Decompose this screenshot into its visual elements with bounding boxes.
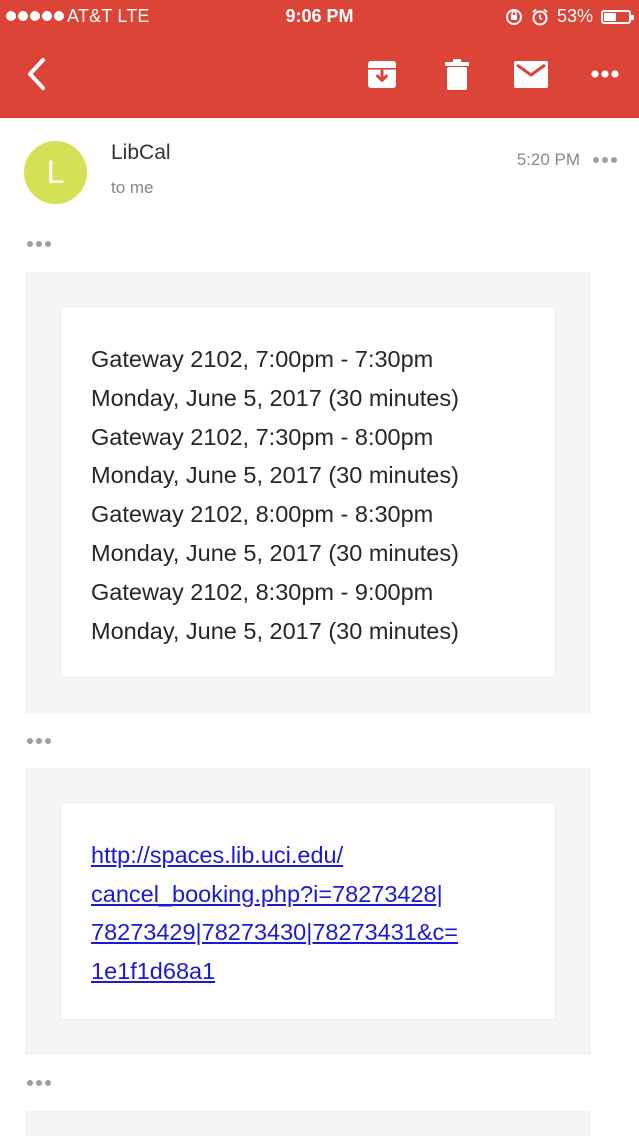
archive-icon — [368, 61, 396, 88]
booking-line: Gateway 2102, 8:30pm - 9:00pm — [91, 578, 434, 605]
more-horizontal-icon — [591, 70, 619, 78]
chevron-left-icon — [28, 58, 45, 90]
booking-section: Gateway 2102, 7:00pm - 7:30pm Monday, Ju… — [25, 272, 591, 713]
booking-line: Monday, June 5, 2017 (30 minutes) — [91, 384, 459, 411]
expand-content-button[interactable] — [27, 738, 51, 744]
back-button[interactable] — [18, 54, 54, 94]
delete-button[interactable] — [440, 56, 474, 92]
cancel-section: http://spaces.lib.uci.edu/ cancel_bookin… — [25, 768, 591, 1055]
alarm-icon — [532, 8, 548, 25]
booking-line: Monday, June 5, 2017 (30 minutes) — [91, 617, 459, 644]
message-more-button[interactable] — [593, 157, 617, 163]
status-bar: AT&T LTE 9:06 PM 53% — [0, 0, 639, 34]
booking-line: Gateway 2102, 7:00pm - 7:30pm — [91, 346, 434, 372]
mark-unread-button[interactable] — [512, 57, 550, 91]
app-header: AT&T LTE 9:06 PM 53% — [0, 0, 639, 118]
trash-icon — [445, 58, 469, 90]
booking-line: Monday, June 5, 2017 (30 minutes) — [91, 539, 459, 566]
message-time: 5:20 PM — [516, 150, 580, 169]
email-view: AT&T LTE 9:06 PM 53% L LibCal to me 5:20… — [0, 0, 639, 1136]
booking-line: Gateway 2102, 8:00pm - 8:30pm — [91, 501, 434, 528]
expand-content-button[interactable] — [27, 1080, 51, 1086]
cancel-card: http://spaces.lib.uci.edu/ cancel_bookin… — [60, 802, 556, 1020]
booking-card: Gateway 2102, 7:00pm - 7:30pm Monday, Ju… — [60, 306, 556, 678]
sender-name[interactable]: LibCal — [111, 141, 171, 165]
link-line[interactable]: http://spaces.lib.uci.edu/ — [91, 836, 458, 875]
next-section — [25, 1110, 591, 1136]
avatar: L — [24, 141, 87, 204]
booking-line: Gateway 2102, 7:30pm - 8:00pm — [91, 423, 434, 450]
link-line[interactable]: 1e1f1d68a1 — [91, 952, 458, 991]
more-options-button[interactable] — [588, 62, 622, 86]
booking-details: Gateway 2102, 7:00pm - 7:30pm Monday, Ju… — [91, 340, 459, 650]
link-line[interactable]: 78273429|78273430|78273431&c= — [91, 913, 458, 952]
status-indicators: 53% — [505, 6, 634, 27]
cancel-booking-link[interactable]: http://spaces.lib.uci.edu/ cancel_bookin… — [91, 836, 458, 990]
expand-content-button[interactable] — [27, 241, 51, 247]
booking-line: Monday, June 5, 2017 (30 minutes) — [91, 462, 459, 489]
mail-icon — [514, 60, 548, 88]
recipient-label[interactable]: to me — [111, 178, 154, 198]
link-line[interactable]: cancel_booking.php?i=78273428| — [91, 875, 458, 914]
battery-percent: 53% — [556, 6, 593, 26]
rotation-lock-icon — [505, 8, 522, 25]
archive-button[interactable] — [364, 56, 400, 92]
battery-icon — [601, 9, 634, 24]
